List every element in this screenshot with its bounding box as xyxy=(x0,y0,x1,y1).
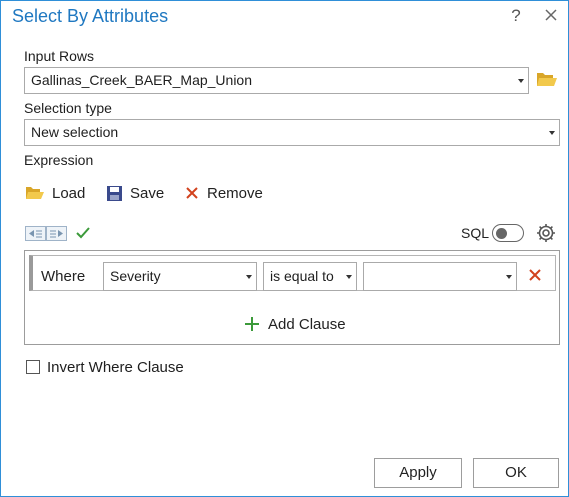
load-button[interactable]: Load xyxy=(25,182,85,204)
apply-button[interactable]: Apply xyxy=(374,458,462,488)
input-rows-label: Input Rows xyxy=(24,48,95,64)
toggle-knob xyxy=(496,227,507,239)
invert-where-checkbox[interactable] xyxy=(26,360,40,374)
remove-label: Remove xyxy=(207,184,263,202)
field-dropdown[interactable]: Severity xyxy=(103,262,257,291)
dialog-title: Select By Attributes xyxy=(12,6,169,26)
add-clause-button[interactable]: Add Clause xyxy=(244,314,346,334)
remove-x-icon xyxy=(186,187,198,199)
remove-button[interactable]: Remove xyxy=(184,182,263,204)
floppy-disk-icon xyxy=(107,185,122,201)
gear-icon[interactable] xyxy=(535,222,557,244)
save-button[interactable]: Save xyxy=(106,182,164,204)
where-label: Where xyxy=(41,268,86,285)
expression-label: Expression xyxy=(24,152,94,168)
operator-value: is equal to xyxy=(270,268,334,284)
select-by-attributes-dialog: Select By Attributes ? Input Rows Gallin… xyxy=(0,0,569,497)
input-rows-value: Gallinas_Creek_BAER_Map_Union xyxy=(31,72,253,88)
ok-button[interactable]: OK xyxy=(473,458,559,488)
chevron-down-icon xyxy=(346,275,352,279)
operator-dropdown[interactable]: is equal to xyxy=(263,262,357,291)
folder-open-icon[interactable] xyxy=(536,70,558,88)
add-clause-label: Add Clause xyxy=(268,315,346,333)
sql-toggle[interactable] xyxy=(492,224,524,242)
folder-icon xyxy=(26,187,44,199)
chevron-down-icon xyxy=(506,275,512,279)
plus-icon xyxy=(245,317,259,331)
chevron-down-icon xyxy=(549,131,555,135)
input-rows-dropdown[interactable]: Gallinas_Creek_BAER_Map_Union xyxy=(24,67,529,94)
verify-check-icon[interactable] xyxy=(75,226,91,240)
help-button[interactable]: ? xyxy=(508,6,524,26)
selection-type-dropdown[interactable]: New selection xyxy=(24,119,560,146)
value-dropdown[interactable] xyxy=(363,262,517,291)
sql-label: SQL xyxy=(461,225,490,241)
clause-mode-icon xyxy=(25,226,67,241)
load-label: Load xyxy=(52,184,86,202)
close-icon[interactable] xyxy=(543,7,559,23)
view-mode-toggle[interactable] xyxy=(25,226,67,241)
invert-where-label: Invert Where Clause xyxy=(47,359,184,376)
selection-type-value: New selection xyxy=(31,124,119,140)
field-value: Severity xyxy=(110,268,161,284)
chevron-down-icon xyxy=(246,275,252,279)
selection-type-label: Selection type xyxy=(24,100,112,116)
chevron-down-icon xyxy=(518,79,524,83)
remove-clause-icon[interactable] xyxy=(527,267,543,283)
save-label: Save xyxy=(130,184,165,202)
